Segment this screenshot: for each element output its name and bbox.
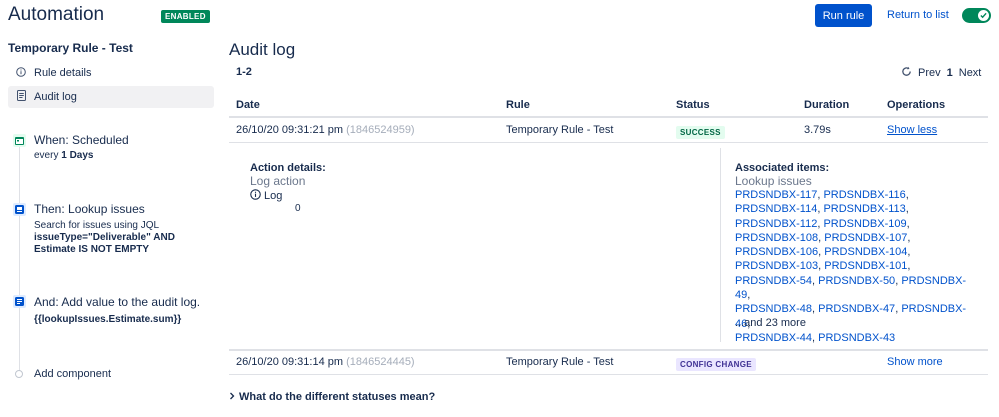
column-header-date: Date bbox=[236, 99, 260, 111]
action-log-title[interactable]: And: Add value to the audit log. bbox=[34, 295, 200, 309]
status-help-toggle[interactable]: What do the different statuses mean? bbox=[229, 391, 435, 403]
issue-key-link[interactable]: PRDSNDBX-103 bbox=[735, 260, 818, 272]
row2-rule: Temporary Rule - Test bbox=[506, 356, 614, 368]
row1-date: 26/10/20 09:31:21 pm (1846524959) bbox=[236, 124, 415, 136]
trigger-desc-prefix: every bbox=[34, 150, 62, 161]
trigger-description: every 1 Days bbox=[34, 150, 93, 162]
issue-key-link[interactable]: PRDSNDBX-50 bbox=[818, 275, 895, 287]
next-page-button[interactable]: Next bbox=[959, 67, 982, 79]
issue-key-link[interactable]: PRDSNDBX-44 bbox=[735, 332, 812, 344]
info-icon bbox=[250, 189, 261, 203]
row1-duration: 3.79s bbox=[804, 124, 831, 136]
result-range: 1-2 bbox=[236, 66, 252, 78]
enabled-badge: ENABLED bbox=[161, 10, 210, 23]
issue-key-link[interactable]: PRDSNDBX-48 bbox=[735, 303, 812, 315]
app-title: Automation bbox=[8, 4, 105, 25]
issue-key-link[interactable]: PRDSNDBX-54 bbox=[735, 275, 812, 287]
issue-key-link[interactable]: PRDSNDBX-114 bbox=[735, 203, 817, 215]
trigger-desc-value: 1 Days bbox=[61, 150, 94, 161]
associated-items-name: Lookup issues bbox=[735, 174, 812, 188]
action-name: Log action bbox=[250, 174, 306, 188]
issue-line: PRDSNDBX-108, PRDSNDBX-107, bbox=[735, 231, 911, 244]
show-less-link[interactable]: Show less bbox=[887, 124, 937, 136]
issue-line: PRDSNDBX-114, PRDSNDBX-113, bbox=[735, 203, 909, 216]
issue-key-link[interactable]: PRDSNDBX-108 bbox=[735, 232, 818, 244]
more-issues-text: ...and 23 more bbox=[735, 317, 806, 329]
header-divider bbox=[229, 116, 988, 118]
issue-line: PRDSNDBX-106, PRDSNDBX-104, bbox=[735, 246, 911, 259]
issue-key-link[interactable]: PRDSNDBX-117 bbox=[735, 189, 817, 201]
calendar-icon bbox=[13, 134, 26, 147]
issue-key-link[interactable]: PRDSNDBX-47 bbox=[818, 303, 895, 315]
return-to-list-link[interactable]: Return to list bbox=[887, 9, 949, 21]
row2-id: (1846524445) bbox=[346, 356, 415, 368]
log-line: Log bbox=[250, 189, 282, 203]
issue-line: PRDSNDBX-117, PRDSNDBX-116, bbox=[735, 189, 909, 201]
action-lookup-description: Search for issues using JQL issueType="D… bbox=[34, 220, 204, 256]
action-lookup-title[interactable]: Then: Lookup issues bbox=[34, 202, 145, 216]
chevron-right-icon bbox=[229, 391, 235, 403]
issue-key-link[interactable]: PRDSNDBX-113 bbox=[823, 203, 905, 215]
associated-items-heading: Associated items: bbox=[735, 162, 830, 174]
issue-key-link[interactable]: PRDSNDBX-116 bbox=[823, 189, 905, 201]
issue-key-link[interactable]: PRDSNDBX-112 bbox=[735, 218, 817, 230]
rule-enabled-toggle[interactable] bbox=[962, 8, 991, 23]
issue-key-link[interactable]: PRDSNDBX-101 bbox=[824, 260, 907, 272]
flow-connector bbox=[19, 146, 20, 372]
issue-line: PRDSNDBX-103, PRDSNDBX-101, bbox=[735, 260, 911, 273]
status-badge-success: SUCCESS bbox=[676, 126, 725, 139]
column-header-duration: Duration bbox=[804, 99, 850, 111]
issue-key-link[interactable]: PRDSNDBX-104 bbox=[824, 246, 907, 258]
sidebar-item-label: Rule details bbox=[34, 67, 92, 79]
issue-line: PRDSNDBX-112, PRDSNDBX-109, bbox=[735, 217, 910, 230]
add-component-button[interactable]: Add component bbox=[34, 368, 111, 380]
column-header-status: Status bbox=[676, 99, 710, 111]
run-rule-button[interactable]: Run rule bbox=[815, 4, 872, 27]
trigger-title[interactable]: When: Scheduled bbox=[34, 133, 129, 147]
row-divider bbox=[229, 374, 988, 375]
search-issues-icon bbox=[13, 203, 26, 216]
lookup-jql: issueType="Deliverable" AND Estimate IS … bbox=[34, 232, 175, 255]
issue-line: PRDSNDBX-54, PRDSNDBX-50, PRDSNDBX-49, bbox=[735, 274, 967, 302]
column-header-rule: Rule bbox=[506, 99, 530, 111]
issue-line: PRDSNDBX-44, PRDSNDBX-43 bbox=[735, 331, 896, 344]
row1-date-value: 26/10/20 09:31:21 pm bbox=[236, 124, 344, 136]
row2-date: 26/10/20 09:31:14 pm (1846524445) bbox=[236, 356, 415, 368]
row-divider bbox=[229, 142, 988, 143]
column-header-operations: Operations bbox=[887, 99, 946, 111]
row1-id: (1846524959) bbox=[346, 124, 415, 136]
row-divider bbox=[229, 349, 988, 351]
status-help-label: What do the different statuses mean? bbox=[239, 391, 436, 403]
page-title: Audit log bbox=[229, 40, 296, 59]
pagination: Prev 1 Next bbox=[901, 66, 981, 80]
refresh-icon[interactable] bbox=[901, 66, 912, 80]
issue-key-link[interactable]: PRDSNDBX-106 bbox=[735, 246, 818, 258]
sidebar-item-rule-details[interactable]: Rule details bbox=[8, 62, 214, 84]
details-divider bbox=[720, 148, 721, 342]
show-more-link[interactable]: Show more bbox=[887, 356, 943, 368]
info-icon bbox=[14, 66, 28, 80]
prev-page-button[interactable]: Prev bbox=[918, 67, 941, 79]
sidebar-item-audit-log[interactable]: Audit log bbox=[8, 86, 214, 108]
status-badge-config-change: CONFIG CHANGE bbox=[676, 358, 756, 371]
issue-key-link[interactable]: PRDSNDBX-107 bbox=[824, 232, 907, 244]
action-details-heading: Action details: bbox=[250, 162, 326, 174]
action-log-description: {{lookupIssues.Estimate.sum}} bbox=[34, 314, 181, 326]
check-icon bbox=[978, 10, 989, 21]
rule-name: Temporary Rule - Test bbox=[8, 41, 133, 55]
lookup-desc-line: Search for issues using JQL bbox=[34, 220, 160, 231]
row1-rule: Temporary Rule - Test bbox=[506, 124, 614, 136]
log-value: 0 bbox=[295, 203, 301, 214]
issue-key-link[interactable]: PRDSNDBX-109 bbox=[823, 218, 906, 230]
add-component-dot bbox=[15, 370, 23, 378]
audit-log-icon bbox=[13, 295, 26, 308]
current-page: 1 bbox=[946, 67, 953, 79]
document-icon bbox=[14, 90, 28, 104]
issue-key-link[interactable]: PRDSNDBX-43 bbox=[818, 332, 895, 344]
row2-date-value: 26/10/20 09:31:14 pm bbox=[236, 356, 344, 368]
log-smart-value: {{lookupIssues.Estimate.sum}} bbox=[34, 314, 182, 325]
log-label: Log bbox=[264, 190, 283, 202]
sidebar-item-label: Audit log bbox=[34, 91, 77, 103]
